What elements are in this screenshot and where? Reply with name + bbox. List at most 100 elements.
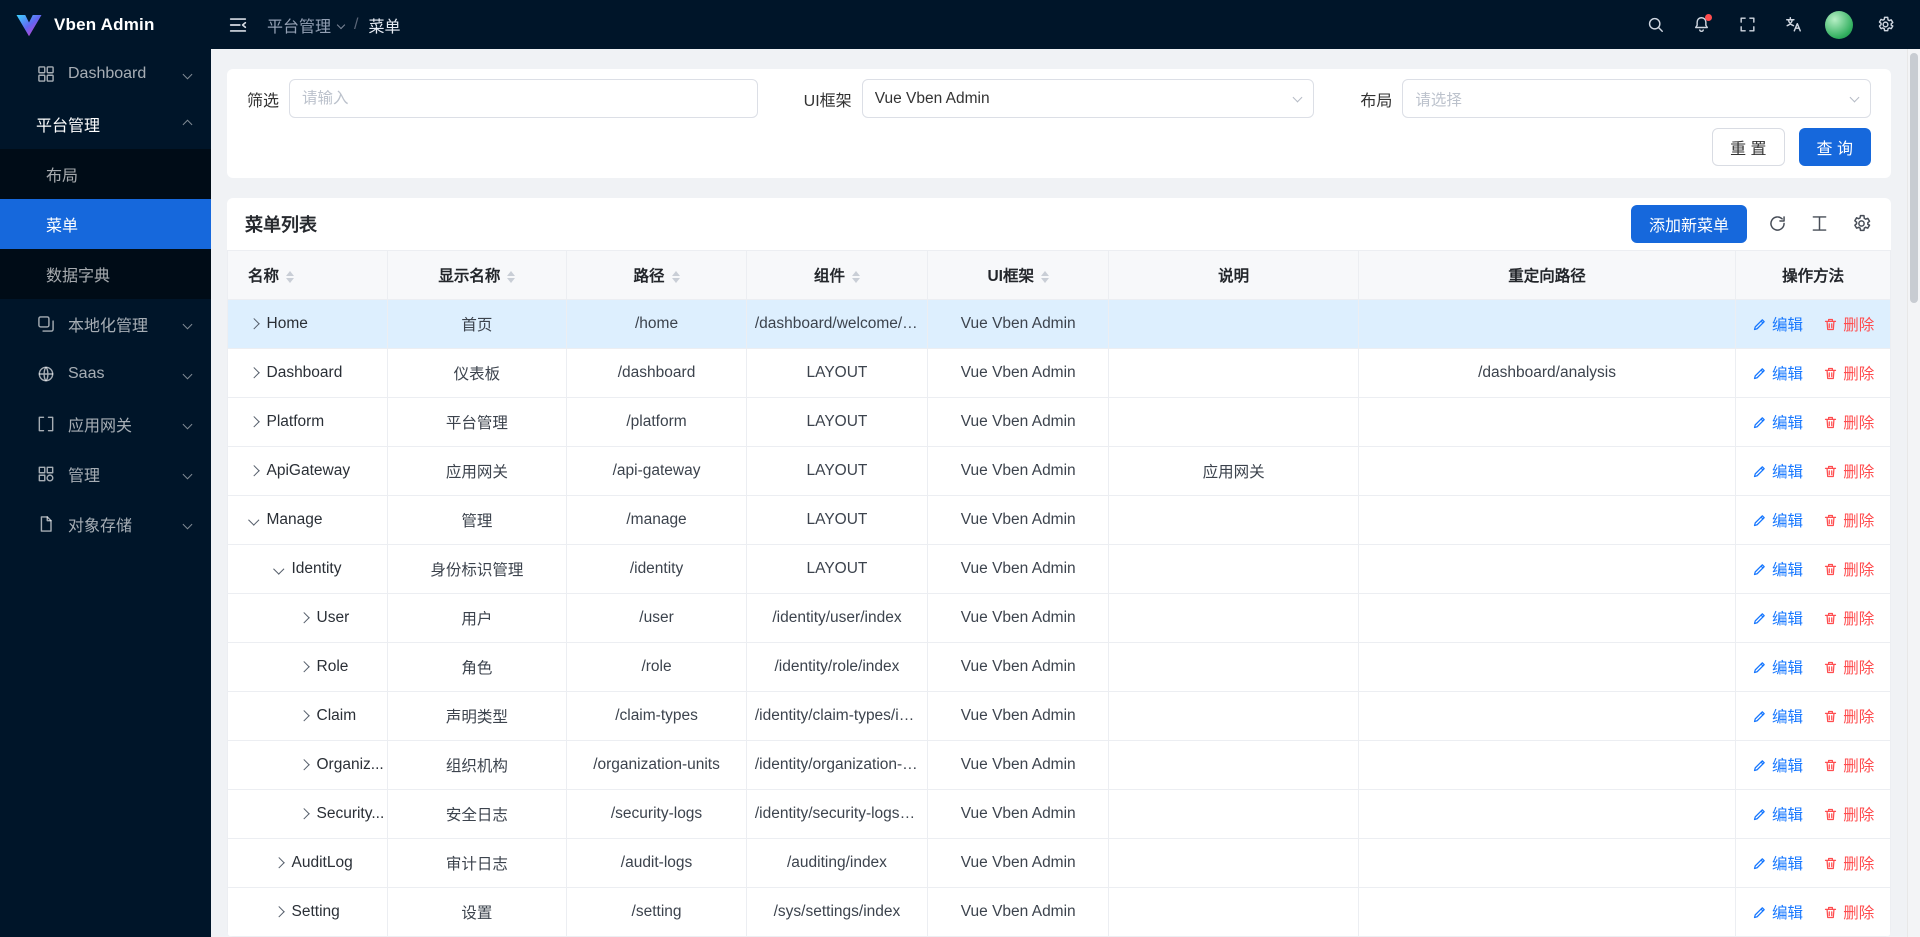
avatar[interactable] xyxy=(1825,11,1853,39)
delete-button[interactable]: 删除 xyxy=(1823,607,1874,629)
table-row[interactable]: Organiz... 组织机构 /organization-units /ide… xyxy=(228,741,1891,790)
menu-name: ApiGateway xyxy=(267,462,351,480)
expand-icon[interactable] xyxy=(273,907,284,918)
menu-fold-icon[interactable] xyxy=(227,14,249,36)
refresh-icon[interactable] xyxy=(1767,213,1789,235)
sidebar-item-manage[interactable]: 管理 xyxy=(0,449,211,499)
sidebar-subitem-menu[interactable]: 菜单 xyxy=(0,199,211,249)
table-row[interactable]: AuditLog 审计日志 /audit-logs /auditing/inde… xyxy=(228,839,1891,888)
sidebar-item-storage[interactable]: 对象存储 xyxy=(0,499,211,549)
add-menu-button[interactable]: 添加新菜单 xyxy=(1631,205,1747,243)
expand-icon[interactable] xyxy=(298,809,309,820)
table-row[interactable]: User 用户 /user /identity/user/index Vue V… xyxy=(228,594,1891,643)
sidebar-item-platform[interactable]: 平台管理 xyxy=(0,99,211,149)
expand-icon[interactable] xyxy=(273,858,284,869)
sidebar-item-dashboard[interactable]: Dashboard xyxy=(0,49,211,99)
expand-icon[interactable] xyxy=(248,417,259,428)
edit-button[interactable]: 编辑 xyxy=(1752,558,1803,580)
table-row[interactable]: Platform 平台管理 /platform LAYOUT Vue Vben … xyxy=(228,398,1891,447)
translate-icon[interactable] xyxy=(1774,7,1812,43)
expand-icon[interactable] xyxy=(248,368,259,379)
filter-input[interactable] xyxy=(289,79,758,118)
delete-button[interactable]: 删除 xyxy=(1823,754,1874,776)
table-row[interactable]: Claim 声明类型 /claim-types /identity/claim-… xyxy=(228,692,1891,741)
edit-button[interactable]: 编辑 xyxy=(1752,656,1803,678)
expand-icon[interactable] xyxy=(248,466,259,477)
edit-button[interactable]: 编辑 xyxy=(1752,509,1803,531)
app-logo[interactable]: Vben Admin xyxy=(0,0,211,49)
search-icon[interactable] xyxy=(1636,7,1674,43)
search-button[interactable]: 查 询 xyxy=(1799,128,1871,166)
delete-button[interactable]: 删除 xyxy=(1823,460,1874,482)
table-row[interactable]: Home 首页 /home /dashboard/welcome/in... V… xyxy=(228,300,1891,349)
column-header-component[interactable]: 组件 xyxy=(746,251,927,300)
fullscreen-icon[interactable] xyxy=(1728,7,1766,43)
reset-button[interactable]: 重 置 xyxy=(1712,128,1784,166)
delete-button[interactable]: 删除 xyxy=(1823,901,1874,923)
settings-icon[interactable] xyxy=(1866,7,1904,43)
table-row[interactable]: Dashboard 仪表板 /dashboard LAYOUT Vue Vben… xyxy=(228,349,1891,398)
sidebar-item-gateway[interactable]: 应用网关 xyxy=(0,399,211,449)
sort-icon[interactable] xyxy=(852,271,860,283)
delete-button[interactable]: 删除 xyxy=(1823,411,1874,433)
edit-button[interactable]: 编辑 xyxy=(1752,901,1803,923)
description-cell xyxy=(1109,888,1358,937)
delete-button[interactable]: 删除 xyxy=(1823,656,1874,678)
scrollbar[interactable] xyxy=(1907,49,1920,937)
column-header-ui-framework[interactable]: UI框架 xyxy=(928,251,1109,300)
delete-button[interactable]: 删除 xyxy=(1823,509,1874,531)
delete-button[interactable]: 删除 xyxy=(1823,558,1874,580)
path-cell: /audit-logs xyxy=(567,839,747,888)
sort-icon[interactable] xyxy=(507,271,515,283)
edit-button[interactable]: 编辑 xyxy=(1752,754,1803,776)
table-row[interactable]: Setting 设置 /setting /sys/settings/index … xyxy=(228,888,1891,937)
expand-icon[interactable] xyxy=(298,711,309,722)
bell-icon[interactable] xyxy=(1682,7,1720,43)
ui-framework-select[interactable]: Vue Vben Admin xyxy=(862,79,1315,118)
main-content: 筛选 UI框架 Vue Vben Admin 布局 请选择 重 置 查 询 xyxy=(211,49,1907,937)
breadcrumb-label: 平台管理 xyxy=(267,13,331,37)
sort-icon[interactable] xyxy=(672,271,680,283)
table-row[interactable]: Manage 管理 /manage LAYOUT Vue Vben Admin … xyxy=(228,496,1891,545)
table-row[interactable]: Identity 身份标识管理 /identity LAYOUT Vue Vbe… xyxy=(228,545,1891,594)
delete-button[interactable]: 删除 xyxy=(1823,313,1874,335)
sidebar-item-label: 平台管理 xyxy=(36,112,184,136)
sort-icon[interactable] xyxy=(1041,271,1049,283)
expand-icon[interactable] xyxy=(248,515,259,526)
table-row[interactable]: ApiGateway 应用网关 /api-gateway LAYOUT Vue … xyxy=(228,447,1891,496)
table-row[interactable]: Role 角色 /role /identity/role/index Vue V… xyxy=(228,643,1891,692)
scrollbar-thumb[interactable] xyxy=(1910,53,1918,303)
edit-button[interactable]: 编辑 xyxy=(1752,313,1803,335)
sidebar-subitem-layout[interactable]: 布局 xyxy=(0,149,211,199)
edit-button[interactable]: 编辑 xyxy=(1752,803,1803,825)
breadcrumb-item-platform[interactable]: 平台管理 xyxy=(267,13,344,37)
edit-button[interactable]: 编辑 xyxy=(1752,460,1803,482)
sidebar-subitem-dictionary[interactable]: 数据字典 xyxy=(0,249,211,299)
delete-button[interactable]: 删除 xyxy=(1823,362,1874,384)
column-header-name[interactable]: 名称 xyxy=(228,251,388,300)
delete-button[interactable]: 删除 xyxy=(1823,803,1874,825)
column-header-display-name[interactable]: 显示名称 xyxy=(387,251,567,300)
edit-button[interactable]: 编辑 xyxy=(1752,852,1803,874)
sort-icon[interactable] xyxy=(286,271,294,283)
expand-icon[interactable] xyxy=(248,319,259,330)
edit-button[interactable]: 编辑 xyxy=(1752,607,1803,629)
row-height-icon[interactable] xyxy=(1809,213,1831,235)
expand-icon[interactable] xyxy=(298,613,309,624)
expand-icon[interactable] xyxy=(298,760,309,771)
edit-button[interactable]: 编辑 xyxy=(1752,705,1803,727)
column-header-path[interactable]: 路径 xyxy=(567,251,747,300)
sidebar-item-localization[interactable]: 本地化管理 xyxy=(0,299,211,349)
table-row[interactable]: Security... 安全日志 /security-logs /identit… xyxy=(228,790,1891,839)
table-settings-icon[interactable] xyxy=(1851,213,1873,235)
sidebar-item-saas[interactable]: Saas xyxy=(0,349,211,399)
edit-button[interactable]: 编辑 xyxy=(1752,362,1803,384)
delete-button[interactable]: 删除 xyxy=(1823,705,1874,727)
actions-cell: 编辑 删除 xyxy=(1736,300,1891,349)
layout-select[interactable]: 请选择 xyxy=(1402,79,1871,118)
expand-icon[interactable] xyxy=(298,662,309,673)
edit-button[interactable]: 编辑 xyxy=(1752,411,1803,433)
chevron-down-icon xyxy=(183,419,193,429)
delete-button[interactable]: 删除 xyxy=(1823,852,1874,874)
expand-icon[interactable] xyxy=(273,564,284,575)
